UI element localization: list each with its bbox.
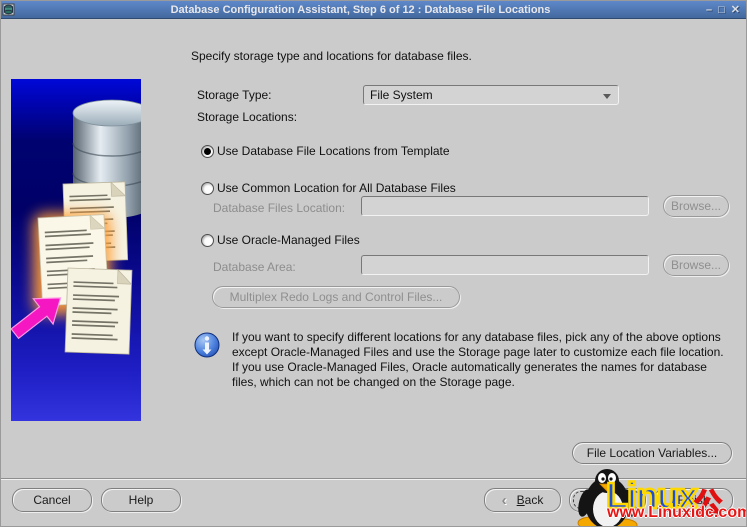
close-icon[interactable]: ✕ — [731, 4, 740, 16]
database-files-location-input[interactable] — [361, 196, 649, 216]
storage-locations-label: Storage Locations: — [197, 110, 298, 124]
minimize-icon[interactable]: – — [706, 4, 712, 16]
dbca-wizard-window: Database Configuration Assistant, Step 6… — [0, 0, 747, 527]
next-button-label: Next — [587, 493, 613, 507]
cancel-button[interactable]: Cancel — [12, 488, 92, 512]
chevron-left-icon: ‹ — [501, 491, 507, 509]
database-files-location-label: Database Files Location: — [213, 201, 346, 215]
radio-template-locations[interactable] — [201, 145, 214, 158]
finish-button[interactable]: Finish — [654, 488, 733, 512]
radio-common-location-label[interactable]: Use Common Location for All Database Fil… — [217, 181, 456, 195]
wizard-illustration — [11, 79, 141, 421]
radio-oracle-managed-files-label[interactable]: Use Oracle-Managed Files — [217, 233, 360, 247]
radio-template-locations-label[interactable]: Use Database File Locations from Templat… — [217, 144, 450, 158]
multiplex-redo-logs-button[interactable]: Multiplex Redo Logs and Control Files... — [212, 286, 460, 308]
database-icon — [2, 3, 15, 16]
help-button[interactable]: Help — [101, 488, 181, 512]
browse-database-area-button[interactable]: Browse... — [663, 254, 729, 276]
finish-button-label: Finish — [677, 493, 710, 507]
browse-database-files-button[interactable]: Browse... — [663, 195, 729, 217]
storage-type-label: Storage Type: — [197, 88, 272, 102]
storage-type-value: File System — [370, 88, 433, 102]
file-location-variables-button[interactable]: File Location Variables... — [572, 442, 732, 464]
database-area-label: Database Area: — [213, 260, 296, 274]
database-area-input[interactable] — [361, 255, 649, 275]
radio-oracle-managed-files[interactable] — [201, 234, 214, 247]
back-button-label: Back — [516, 493, 544, 507]
back-button[interactable]: ‹ Back — [484, 488, 561, 512]
info-icon — [194, 332, 220, 358]
storage-type-dropdown[interactable]: File System — [363, 85, 619, 105]
footer-separator — [1, 478, 746, 480]
maximize-icon[interactable]: □ — [718, 4, 725, 16]
info-message: If you want to specify different locatio… — [232, 330, 724, 389]
chevron-right-icon: › — [622, 491, 628, 509]
chevron-down-icon — [603, 94, 611, 99]
radio-common-location[interactable] — [201, 182, 214, 195]
titlebar: Database Configuration Assistant, Step 6… — [1, 1, 746, 19]
page-heading: Specify storage type and locations for d… — [191, 49, 472, 63]
document-graphic — [64, 267, 133, 355]
window-title: Database Configuration Assistant, Step 6… — [170, 3, 551, 16]
next-button[interactable]: Next › — [569, 488, 646, 512]
